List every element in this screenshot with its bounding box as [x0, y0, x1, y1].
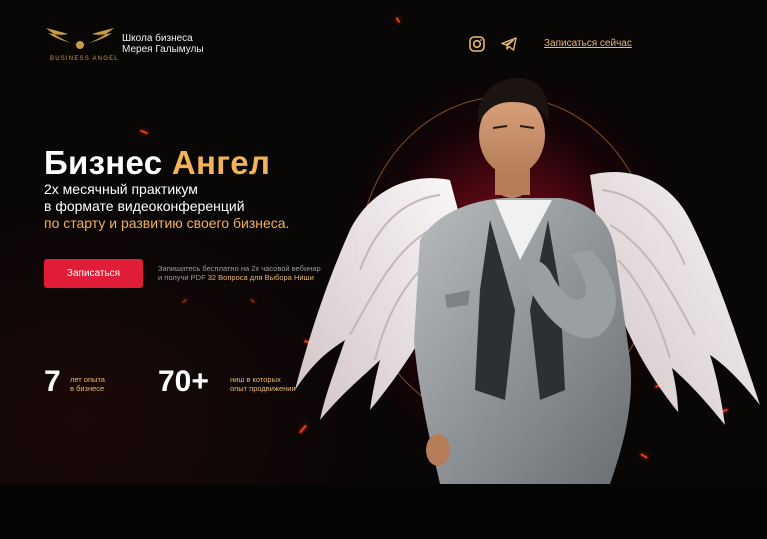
instagram-icon[interactable]	[468, 35, 486, 53]
stat-years-label-line-1: лет опыта	[70, 375, 105, 384]
stat-years-label-line-2: в бизнесе	[70, 384, 105, 393]
signup-now-link[interactable]: Записаться сейчас	[544, 38, 632, 49]
landing-page: BUSINESS ANGEL Школа бизнеса Мерея Галым…	[0, 0, 767, 539]
school-line-2: Мерея Галымулы	[122, 44, 204, 55]
note-line-1: Запишитесь бесплатно на 2х часовой вебин…	[158, 264, 321, 273]
stat-years-value: 7	[44, 365, 61, 398]
webinar-note: Запишитесь бесплатно на 2х часовой вебин…	[158, 264, 321, 282]
logo-text: BUSINESS ANGEL	[50, 56, 119, 62]
signup-button[interactable]: Записаться	[44, 259, 143, 288]
note-line-2: и получи PDF 32 Вопроса для Выбора Ниши	[158, 273, 321, 282]
subtitle-line-3: по старту и развитию своего бизнеса.	[44, 215, 290, 231]
stat-niches-label-line-1: ниш в которых	[230, 375, 281, 384]
stat-niches-label: ниш в которых опыт продвижения	[230, 375, 296, 393]
hero-section: BUSINESS ANGEL Школа бизнеса Мерея Галым…	[0, 0, 767, 484]
school-line-1: Школа бизнеса	[122, 33, 193, 44]
stat-niches-label-line-2: опыт продвижения	[230, 384, 296, 393]
bottom-band	[0, 484, 767, 539]
hero-subtitle: 2х месячный практикум в формате видеокон…	[44, 181, 289, 232]
spark-decoration	[139, 129, 149, 135]
spark-decoration	[181, 298, 188, 304]
note-highlight: 32 Вопроса для Выбора Ниши	[207, 273, 314, 282]
spark-decoration	[249, 298, 256, 304]
page-title: Бизнес Ангел	[44, 144, 270, 182]
title-part-2: Ангел	[171, 144, 271, 181]
wings-logo-icon	[46, 28, 114, 49]
title-part-1: Бизнес	[44, 144, 163, 181]
school-name: Школа бизнеса Мерея Галымулы	[122, 33, 204, 55]
angel-figure-image	[295, 78, 760, 484]
stat-niches-value: 70+	[158, 365, 209, 398]
stat-years-label: лет опыта в бизнесе	[70, 375, 105, 393]
note-prefix: и получи PDF	[158, 273, 206, 282]
subtitle-line-1: 2х месячный практикум	[44, 181, 198, 197]
telegram-icon[interactable]	[500, 35, 518, 53]
spark-decoration	[395, 16, 401, 24]
subtitle-line-2: в формате видеоконференций	[44, 198, 245, 214]
